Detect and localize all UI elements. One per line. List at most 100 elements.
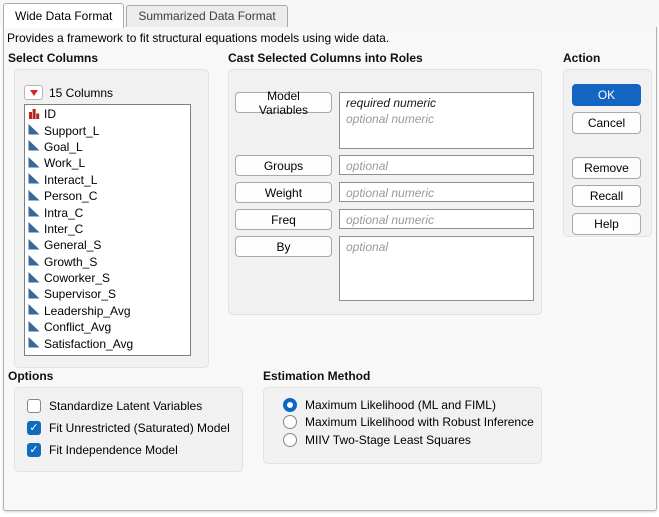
checkbox-label: Fit Unrestricted (Saturated) Model xyxy=(49,421,230,435)
role-placeholder: optional xyxy=(346,240,389,254)
option-row-fit-independence-model: ✓ Fit Independence Model xyxy=(27,439,230,461)
tab-bar: Wide Data Format Summarized Data Format xyxy=(0,0,659,28)
role-dropzone-groups[interactable]: optional xyxy=(339,155,534,175)
continuous-icon xyxy=(28,320,40,335)
columns-menu: 15 Columns xyxy=(24,85,113,100)
column-item-supervisor-s[interactable]: Supervisor_S xyxy=(25,286,190,302)
column-name: Inter_C xyxy=(44,221,84,236)
column-item-coworker-s[interactable]: Coworker_S xyxy=(25,270,190,286)
column-name: General_S xyxy=(44,238,102,253)
column-item-id[interactable]: ID xyxy=(25,106,190,122)
column-name: Person_C xyxy=(44,189,98,204)
column-name: Intra_C xyxy=(44,205,84,220)
column-name: Leadership_Avg xyxy=(44,303,131,318)
checkbox-label: Standardize Latent Variables xyxy=(49,399,203,413)
column-name: Work_L xyxy=(44,156,86,171)
role-placeholder: optional numeric xyxy=(346,213,435,227)
action-buttons: OK Cancel Remove Recall Help xyxy=(572,84,641,241)
continuous-icon xyxy=(28,172,40,187)
continuous-icon xyxy=(28,139,40,154)
column-list[interactable]: ID Support_L Goal_L Work_L Interact_L Person_… xyxy=(24,104,191,356)
column-item-interact-l[interactable]: Interact_L xyxy=(25,172,190,188)
options-title: Options xyxy=(8,369,54,383)
nominal-bars-icon xyxy=(28,107,40,122)
column-item-person-c[interactable]: Person_C xyxy=(25,188,190,204)
radio-row-maximum-likelihood-ml-and-fiml: Maximum Likelihood (ML and FIML) xyxy=(283,396,534,414)
continuous-icon xyxy=(28,189,40,204)
role-dropzone-by[interactable]: optional xyxy=(339,236,534,301)
continuous-icon xyxy=(28,254,40,269)
role-row-weight: Weight optional numeric xyxy=(235,182,535,203)
column-name: Supervisor_S xyxy=(44,287,117,302)
options-checkboxes: Standardize Latent Variables ✓ Fit Unrestr… xyxy=(27,395,230,461)
option-row-fit-unrestricted-saturated-model: ✓ Fit Unrestricted (Saturated) Model xyxy=(27,417,230,439)
continuous-icon xyxy=(28,287,40,302)
select-columns-title: Select Columns xyxy=(8,51,99,65)
radio-row-miiv-two-stage-least-squares: MIIV Two-Stage Least Squares xyxy=(283,431,534,449)
remove-button[interactable]: Remove xyxy=(572,157,641,179)
radio-label: Maximum Likelihood (ML and FIML) xyxy=(305,397,496,412)
role-row-by: By optional xyxy=(235,236,535,301)
column-name: Support_L xyxy=(44,123,100,138)
role-button-by[interactable]: By xyxy=(235,236,332,257)
sem-launch-window: Wide Data Format Summarized Data Format P… xyxy=(0,0,659,517)
column-name: Growth_S xyxy=(44,254,98,269)
role-dropzone-freq[interactable]: optional numeric xyxy=(339,209,534,229)
role-button-weight[interactable]: Weight xyxy=(235,182,332,203)
column-item-support-l[interactable]: Support_L xyxy=(25,122,190,138)
column-name: Coworker_S xyxy=(44,271,111,286)
column-item-leadership-avg[interactable]: Leadership_Avg xyxy=(25,303,190,319)
red-triangle-icon xyxy=(29,89,38,96)
column-name: Goal_L xyxy=(44,139,83,154)
column-name: Conflict_Avg xyxy=(44,320,112,335)
column-name: Satisfaction_Avg xyxy=(44,336,134,351)
role-placeholder: optional numeric xyxy=(346,186,435,200)
column-name: ID xyxy=(44,107,56,122)
checked-checkbox[interactable]: ✓ xyxy=(27,443,41,457)
column-item-general-s[interactable]: General_S xyxy=(25,237,190,253)
columns-menu-button[interactable] xyxy=(24,85,43,100)
continuous-icon xyxy=(28,271,40,286)
continuous-icon xyxy=(28,205,40,220)
role-row-model-variables: Model Variables required numeric optional … xyxy=(235,89,535,149)
column-item-intra-c[interactable]: Intra_C xyxy=(25,204,190,220)
role-dropzone-model-variables[interactable]: required numeric optional numeric xyxy=(339,92,534,149)
recall-button[interactable]: Recall xyxy=(572,185,641,207)
unchecked-checkbox[interactable] xyxy=(27,399,41,413)
column-item-growth-s[interactable]: Growth_S xyxy=(25,254,190,270)
role-placeholder: required numeric xyxy=(346,96,437,110)
cancel-button[interactable]: Cancel xyxy=(572,112,641,134)
column-item-work-l[interactable]: Work_L xyxy=(25,155,190,171)
roles-list: Model Variables required numeric optional … xyxy=(235,89,535,307)
column-item-goal-l[interactable]: Goal_L xyxy=(25,139,190,155)
role-button-freq[interactable]: Freq xyxy=(235,209,332,230)
column-name: Interact_L xyxy=(44,172,98,187)
continuous-icon xyxy=(28,221,40,236)
checkbox-label: Fit Independence Model xyxy=(49,443,178,457)
tab-wide-data-format[interactable]: Wide Data Format xyxy=(3,3,125,28)
role-button-model-variables[interactable]: Model Variables xyxy=(235,89,332,117)
cast-roles-title: Cast Selected Columns into Roles xyxy=(228,51,423,65)
column-item-inter-c[interactable]: Inter_C xyxy=(25,221,190,237)
continuous-icon xyxy=(28,156,40,171)
selected-radio[interactable] xyxy=(283,397,297,412)
continuous-icon xyxy=(28,303,40,318)
tab-summarized-data-format[interactable]: Summarized Data Format xyxy=(126,5,288,27)
action-title: Action xyxy=(563,51,601,65)
column-item-conflict-avg[interactable]: Conflict_Avg xyxy=(25,319,190,335)
ok-button[interactable]: OK xyxy=(572,84,641,106)
help-button[interactable]: Help xyxy=(572,213,641,235)
role-placeholder: optional xyxy=(346,159,389,173)
role-row-groups: Groups optional xyxy=(235,155,535,176)
estimation-radios: Maximum Likelihood (ML and FIML) Maximum … xyxy=(283,396,534,449)
role-dropzone-weight[interactable]: optional numeric xyxy=(339,182,534,202)
radio-row-maximum-likelihood-with-robust-inference: Maximum Likelihood with Robust Inference xyxy=(283,414,534,432)
checked-checkbox[interactable]: ✓ xyxy=(27,421,41,435)
unselected-radio[interactable] xyxy=(283,432,297,447)
option-row-standardize-latent-variables: Standardize Latent Variables xyxy=(27,395,230,417)
unselected-radio[interactable] xyxy=(283,415,297,430)
column-item-satisfaction-avg[interactable]: Satisfaction_Avg xyxy=(25,335,190,351)
role-button-groups[interactable]: Groups xyxy=(235,155,332,176)
columns-count-label: 15 Columns xyxy=(49,85,114,100)
role-placeholder: optional numeric xyxy=(346,112,435,126)
